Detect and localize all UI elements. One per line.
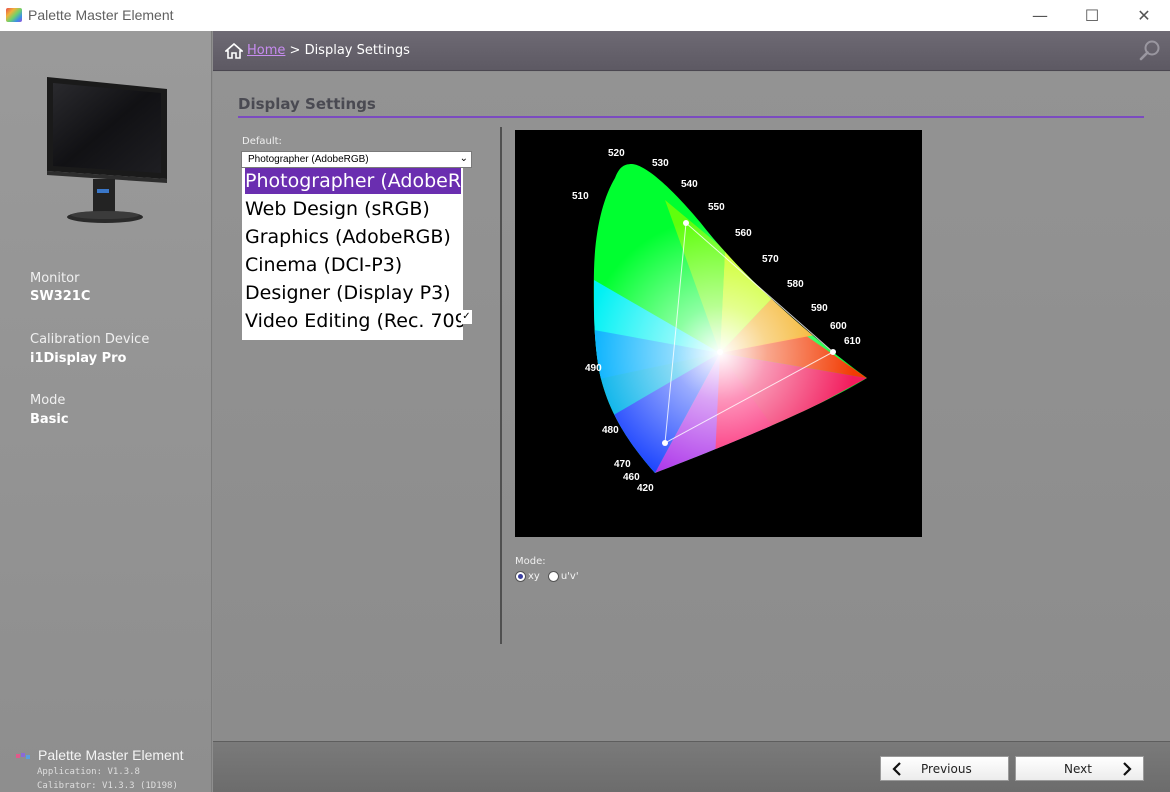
title-bar: Palette Master Element — ☐ ✕ [0, 0, 1170, 31]
calibration-device-value: i1Display Pro [30, 351, 127, 366]
main-content: Display Settings Default: Photographer (… [213, 72, 1170, 741]
wavelength-label: 540 [681, 179, 698, 190]
mode-uv-label: u'v' [560, 570, 579, 582]
next-label: Next [1064, 762, 1092, 776]
breadcrumb-separator: > [285, 43, 305, 58]
preset-option[interactable]: Video Editing (Rec. 709 [245, 308, 463, 334]
diagram-mode-label: Mode: [515, 556, 546, 567]
monitor-value: SW321C [30, 289, 91, 304]
search-icon[interactable] [1138, 38, 1162, 62]
wavelength-label: 460 [623, 472, 640, 483]
wavelength-label: 520 [608, 148, 625, 159]
wavelength-label: 510 [572, 191, 589, 202]
monitor-label: Monitor [30, 271, 80, 286]
minimize-button[interactable]: — [1014, 0, 1066, 31]
previous-button[interactable]: Previous [880, 756, 1009, 781]
mode-uv-radio[interactable] [547, 570, 559, 582]
home-icon[interactable] [225, 43, 243, 59]
panel-divider [500, 127, 502, 644]
maximize-button[interactable]: ☐ [1066, 0, 1118, 31]
wavelength-label: 490 [585, 363, 602, 374]
chevron-right-icon [1123, 762, 1132, 776]
wavelength-label: 580 [787, 279, 804, 290]
wavelength-label: 570 [762, 254, 779, 265]
preset-option[interactable]: Cinema (DCI-P3) [245, 252, 402, 278]
mode-xy-label: xy [528, 570, 540, 582]
wavelength-label: 600 [830, 321, 847, 332]
calibration-device-label: Calibration Device [30, 332, 150, 347]
chromaticity-svg: 520 530 540 550 560 570 580 590 600 610 … [572, 148, 868, 494]
chevron-down-icon: ⌄ [459, 153, 468, 164]
preset-option[interactable]: Designer (Display P3) [245, 280, 451, 306]
app-version: Application: V1.3.8 [37, 767, 140, 777]
wavelength-label: 480 [602, 425, 619, 436]
preset-option[interactable]: Web Design (sRGB) [245, 196, 430, 222]
mode-xy-radio[interactable] [515, 570, 526, 582]
chromaticity-diagram: 520 530 540 550 560 570 580 590 600 610 … [515, 130, 922, 537]
default-preset-select[interactable]: Photographer (AdobeRGB) ⌄ [241, 151, 472, 168]
wavelength-label: 420 [637, 483, 654, 494]
selected-preset-text: Photographer (AdobeRGB) [248, 154, 369, 165]
mode-label: Mode [30, 393, 66, 408]
window-title: Palette Master Element [28, 7, 174, 23]
wavelength-label: 550 [708, 202, 725, 213]
header-bar: Home > Display Settings [213, 31, 1170, 71]
preset-dropdown-list: Photographer (AdobeR Web Design (sRGB) G… [242, 168, 463, 340]
title-divider [238, 116, 1144, 118]
breadcrumb: Home > Display Settings [247, 43, 410, 58]
calibrator-version: Calibrator: V1.3.3 (1D198) [37, 781, 178, 791]
brand-name: Palette Master Element [38, 747, 184, 763]
breadcrumb-current: Display Settings [304, 43, 410, 58]
wavelength-label: 610 [844, 336, 861, 347]
app-logo-icon [6, 8, 22, 22]
wavelength-label: 560 [735, 228, 752, 239]
breadcrumb-home-link[interactable]: Home [247, 43, 285, 58]
brand-logo-icon [16, 753, 30, 759]
wavelength-label: 470 [614, 459, 631, 470]
preset-option[interactable]: Photographer (AdobeR [245, 168, 461, 194]
monitor-image [47, 77, 167, 223]
page-title: Display Settings [238, 95, 376, 113]
default-preset-label: Default: [242, 136, 282, 147]
preset-option[interactable]: Graphics (AdobeRGB) [245, 224, 451, 250]
close-button[interactable]: ✕ [1118, 0, 1170, 31]
check-icon: ✓ [461, 310, 472, 324]
wavelength-label: 590 [811, 303, 828, 314]
next-button[interactable]: Next [1015, 756, 1144, 781]
footer-bar: Previous Next [213, 741, 1170, 792]
wavelength-label: 530 [652, 158, 669, 169]
mode-value: Basic [30, 412, 69, 427]
diagram-mode-group: xy u'v' [515, 569, 587, 583]
sidebar: Monitor SW321C Calibration Device i1Disp… [0, 31, 212, 792]
chevron-left-icon [892, 762, 901, 776]
previous-label: Previous [921, 762, 972, 776]
